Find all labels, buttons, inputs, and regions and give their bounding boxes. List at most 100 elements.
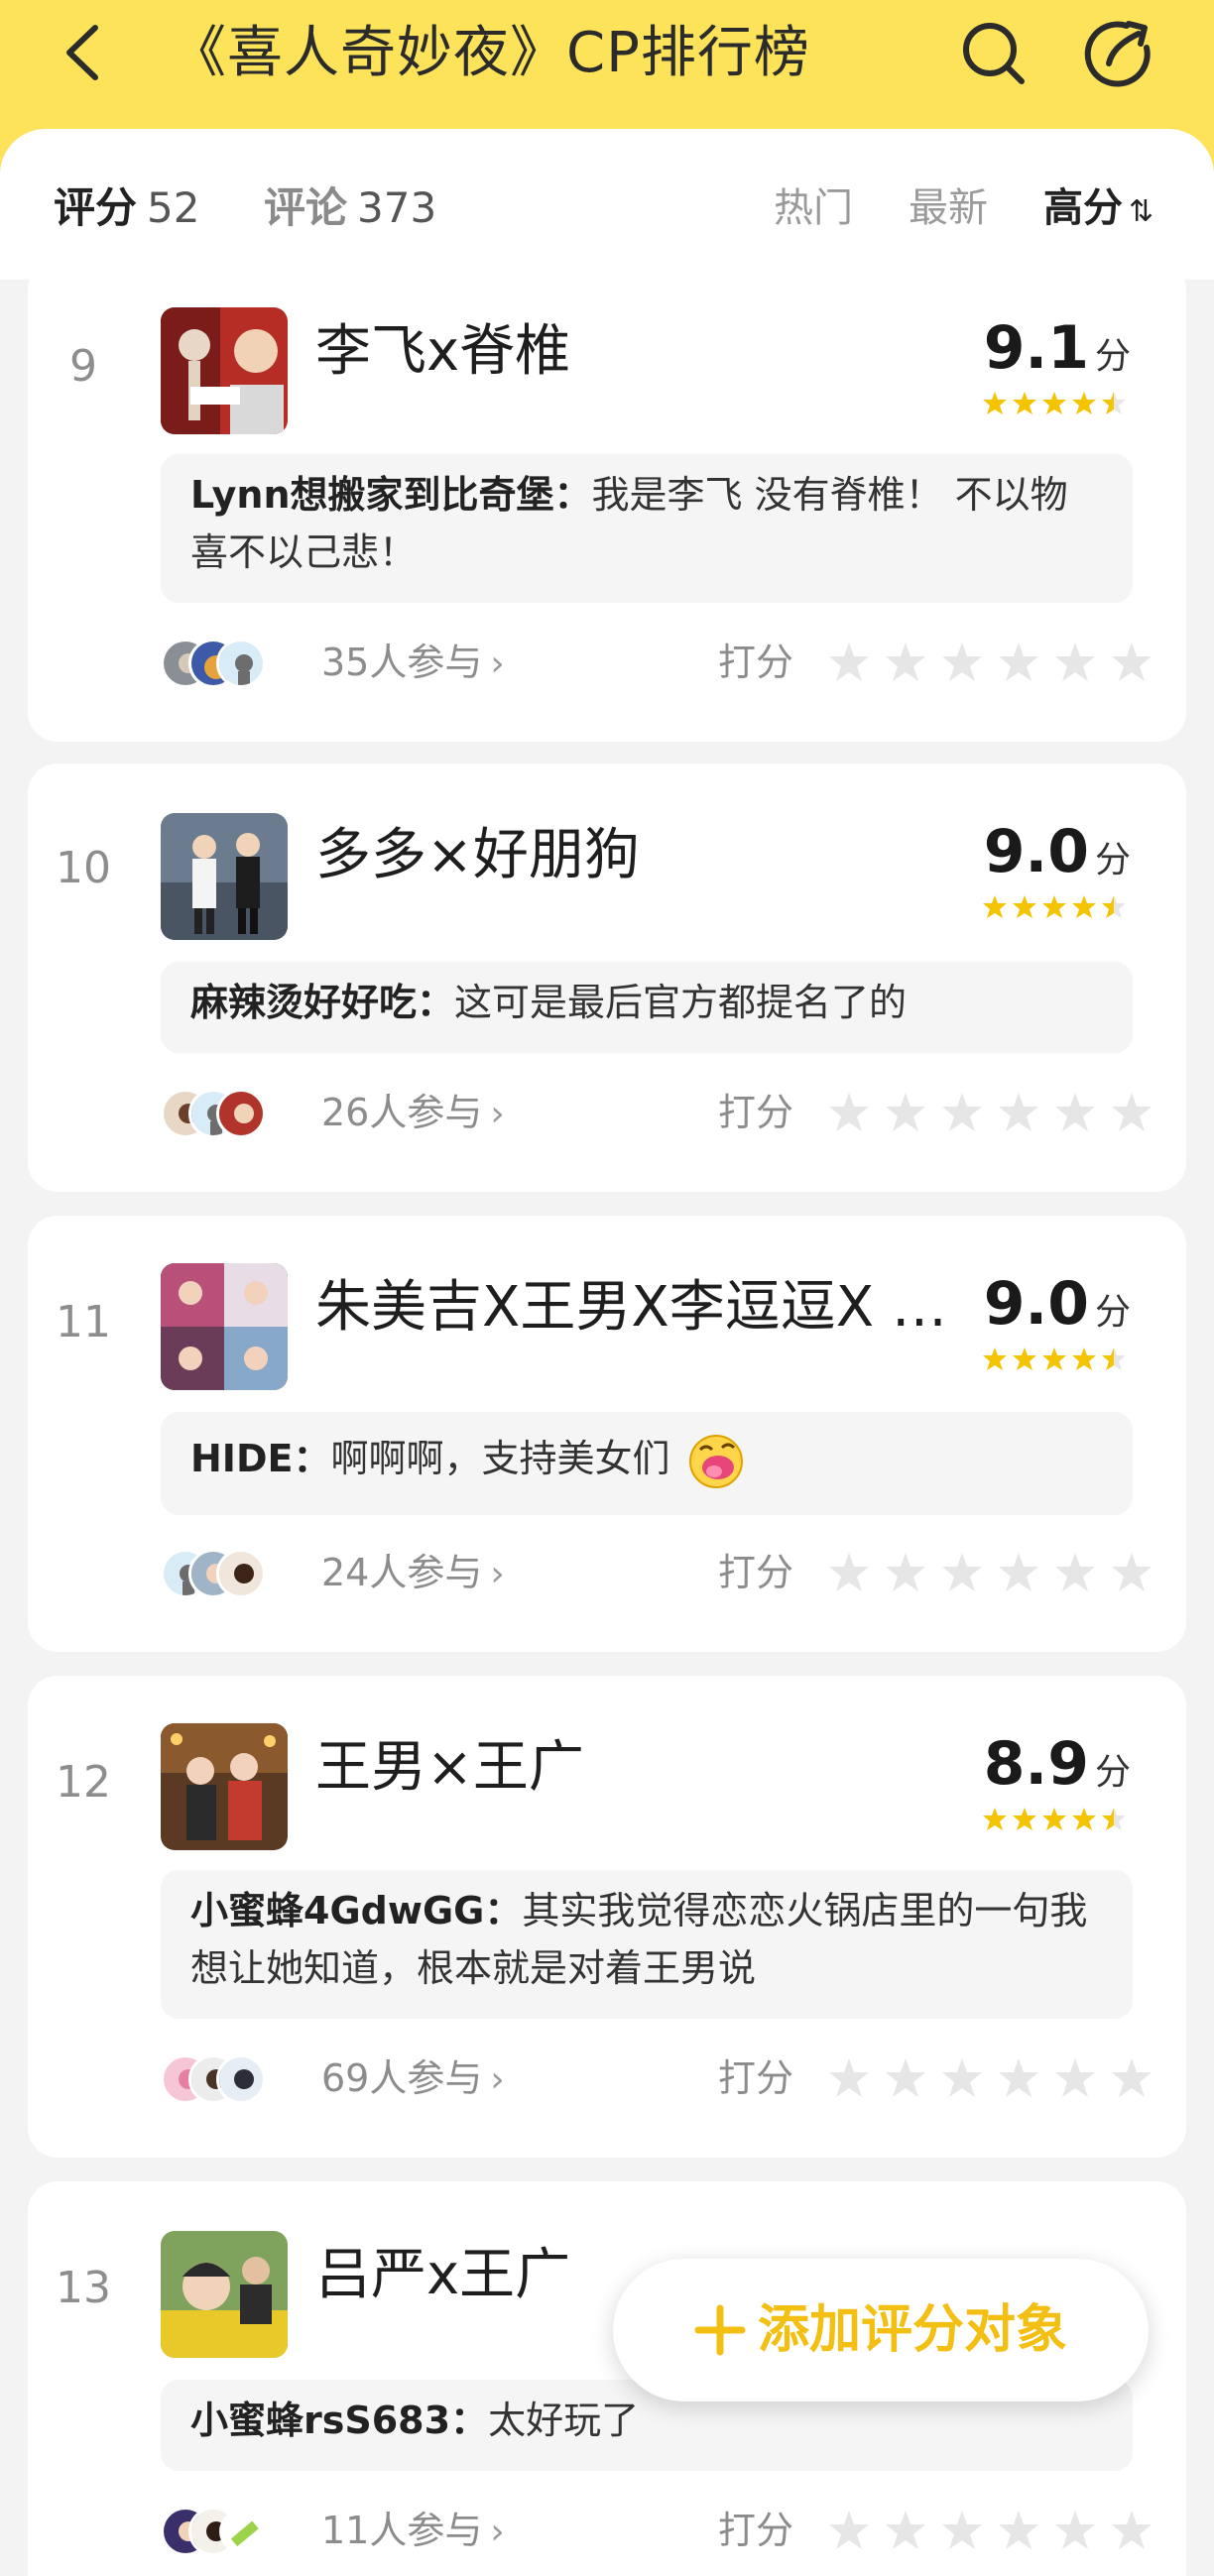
- cp-name[interactable]: 朱美吉X王男X李逗逗X …: [315, 1271, 970, 1345]
- participants-link[interactable]: 24人参与 ›: [321, 1543, 505, 1604]
- participants-count: 26人参与: [321, 1091, 483, 1134]
- score-unit: 分: [1094, 336, 1131, 377]
- participants-link[interactable]: 69人参与 ›: [321, 2049, 505, 2110]
- participant-avatars[interactable]: [161, 1549, 300, 1598]
- participants-count: 11人参与: [321, 2509, 483, 2552]
- cp-thumbnail[interactable]: [161, 2231, 288, 2358]
- score-value: 8.9: [983, 1729, 1089, 1799]
- list-item[interactable]: 9 李飞x脊椎 9.1 分 Lynn想搬家到比奇堡：我是李飞 没有脊椎！ 不以物喜…: [28, 260, 1186, 742]
- card-footer: 11人参与 › 打分: [161, 2501, 1152, 2562]
- rating-stars: [982, 894, 1131, 920]
- participants-link[interactable]: 11人参与 ›: [321, 2501, 505, 2562]
- cp-name[interactable]: 多多×好朋狗: [315, 819, 970, 892]
- page-title: 《喜人奇妙夜》CP排行榜: [171, 21, 810, 85]
- list-item[interactable]: 10 多多×好朋狗 9.0 分 麻辣烫好好吃：这可是最后官方都提名了的 26人参与…: [28, 763, 1186, 1192]
- chevron-right-icon: ›: [490, 1554, 505, 1594]
- top-comment[interactable]: 小蜜蜂4GdwGG：其实我觉得恋恋火锅店里的一句我想让她知道，根本就是对着王男说: [161, 1870, 1133, 2019]
- chevron-right-icon: ›: [490, 1094, 505, 1134]
- participant-avatars[interactable]: [161, 2507, 300, 2556]
- comment-author: Lynn想搬家到比奇堡：: [190, 473, 592, 517]
- participant-avatars[interactable]: [161, 1089, 300, 1138]
- score-unit: 分: [1094, 1752, 1131, 1793]
- rank-number: 9: [69, 341, 97, 392]
- star-icon: [983, 392, 1126, 414]
- avatar: [216, 639, 266, 688]
- card-footer: 24人参与 › 打分: [161, 1543, 1152, 1604]
- tab-bar: 评分 52 评论 373 热门 最新 高分 ⇅: [0, 129, 1214, 280]
- rate-label: 打分: [718, 1551, 794, 1594]
- score-display: 8.9 分: [984, 1729, 1131, 1799]
- card-footer: 69人参与 › 打分: [161, 2049, 1152, 2110]
- share-button[interactable]: [1083, 18, 1154, 89]
- list-item[interactable]: 11 朱美吉X王男X李逗逗X … 9.0 分 HIDE：啊啊啊，支持美女们 24…: [28, 1216, 1186, 1652]
- cp-thumbnail[interactable]: [161, 1723, 288, 1850]
- star-icon: [983, 1347, 1126, 1370]
- score-value: 9.1: [983, 313, 1089, 383]
- rate-stars-input[interactable]: [827, 641, 1154, 684]
- avatar: [216, 1549, 266, 1598]
- tab-score-count: 52: [147, 183, 200, 232]
- score-display: 9.0 分: [984, 1269, 1131, 1339]
- tab-score[interactable]: 评分 52: [54, 178, 199, 238]
- cp-thumbnail[interactable]: [161, 1263, 288, 1390]
- sort-hot[interactable]: 热门: [774, 178, 853, 238]
- rating-stars: [982, 1807, 1131, 1832]
- score-display: 9.1 分: [984, 313, 1131, 383]
- rate-label: 打分: [718, 2056, 794, 2100]
- rating-stars: [982, 391, 1131, 416]
- cp-thumbnail[interactable]: [161, 813, 288, 940]
- rate-stars-input[interactable]: [827, 2056, 1154, 2100]
- sort-newest[interactable]: 最新: [909, 178, 988, 238]
- rate-label: 打分: [718, 641, 794, 684]
- list-item[interactable]: 12 王男×王广 8.9 分 小蜜蜂4GdwGG：其实我觉得恋恋火锅店里的一句我想…: [28, 1676, 1186, 2158]
- top-comment[interactable]: 麻辣烫好好吃：这可是最后官方都提名了的: [161, 962, 1133, 1053]
- comment-author: 麻辣烫好好吃：: [190, 981, 455, 1024]
- comment-author: 小蜜蜂4GdwGG：: [190, 1889, 523, 1932]
- tab-comment-label: 评论: [264, 183, 348, 232]
- share-icon: [1084, 21, 1151, 87]
- rate-label: 打分: [718, 1091, 794, 1134]
- add-rating-target-button[interactable]: 添加评分对象: [613, 2259, 1149, 2401]
- tab-comment[interactable]: 评论 373: [264, 178, 436, 238]
- cp-thumbnail[interactable]: [161, 307, 288, 434]
- avatar: [216, 1089, 266, 1138]
- score-value: 9.0: [983, 1269, 1089, 1339]
- cp-name[interactable]: 王男×王广: [315, 1731, 970, 1805]
- star-icon: [983, 1808, 1126, 1830]
- rank-number: 11: [56, 1297, 111, 1347]
- top-comment[interactable]: HIDE：啊啊啊，支持美女们: [161, 1412, 1133, 1515]
- participants-link[interactable]: 35人参与 ›: [321, 633, 505, 694]
- avatar: [216, 2054, 266, 2104]
- score-value: 9.0: [983, 817, 1089, 886]
- card-footer: 35人参与 › 打分: [161, 633, 1152, 694]
- rank-number: 13: [56, 2263, 111, 2313]
- star-icon: [829, 1093, 1152, 1131]
- comment-author: HIDE：: [190, 1437, 331, 1480]
- sort-toggle-icon: ⇅: [1129, 194, 1154, 229]
- pencil-icon: [216, 2507, 266, 2556]
- card-footer: 26人参与 › 打分: [161, 1083, 1152, 1144]
- participant-avatars[interactable]: [161, 2054, 300, 2104]
- search-button[interactable]: [958, 18, 1030, 89]
- rate-stars-input[interactable]: [827, 2509, 1154, 2552]
- participant-avatars[interactable]: [161, 639, 300, 688]
- score-unit: 分: [1094, 840, 1131, 880]
- rate-stars-input[interactable]: [827, 1551, 1154, 1594]
- cp-name[interactable]: 吕严x王广: [315, 2239, 613, 2312]
- add-rating-target-label: 添加评分对象: [758, 2300, 1068, 2360]
- emoji-drool-icon: [688, 1434, 743, 1488]
- participants-link[interactable]: 26人参与 ›: [321, 1083, 505, 1144]
- tab-score-label: 评分: [54, 183, 138, 232]
- rate-stars-input[interactable]: [827, 1091, 1154, 1134]
- back-button[interactable]: [56, 18, 115, 87]
- rating-stars: [982, 1347, 1131, 1372]
- tab-comment-count: 373: [357, 183, 437, 232]
- chevron-left-icon: [66, 25, 98, 80]
- cp-name[interactable]: 李飞x脊椎: [315, 315, 970, 389]
- top-comment[interactable]: Lynn想搬家到比奇堡：我是李飞 没有脊椎！ 不以物喜不以己悲！: [161, 454, 1133, 603]
- comment-text: 太好玩了: [488, 2399, 640, 2442]
- score-display: 9.0 分: [984, 817, 1131, 886]
- star-icon: [983, 895, 1126, 918]
- sort-high-score[interactable]: 高分 ⇅: [1043, 178, 1153, 238]
- plus-icon: [694, 2304, 746, 2356]
